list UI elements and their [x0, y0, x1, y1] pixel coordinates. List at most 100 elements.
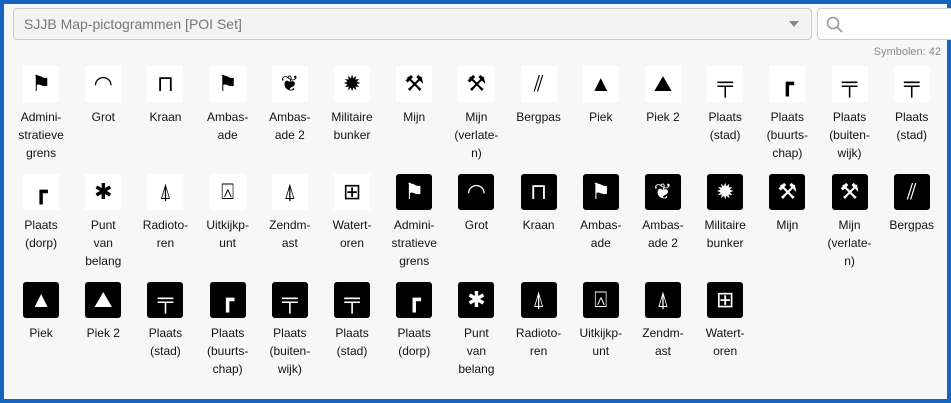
symbol-label: Ambas- ade [206, 110, 249, 142]
symbol-item-stad[interactable]: ╤ Plaats (stad) [694, 66, 756, 174]
symbol-label: Militaire bunker [331, 110, 373, 142]
uitkijk-icon: ⍓ [582, 282, 619, 318]
symbol-item-mijn_verlaten[interactable]: ⚒ Mijn (verlate- n) [818, 174, 880, 282]
symbol-label: Plaats (buiten- wijk) [829, 110, 870, 160]
mijn-verlaten-icon: ⚒ [458, 66, 495, 102]
symbol-label: Plaats (stad) [335, 326, 369, 358]
symbol-item-kraan[interactable]: ⊓ Kraan [134, 66, 196, 174]
symbol-label: Radioto- ren [142, 218, 189, 250]
symbol-item-punt[interactable]: ✱ Punt van belang [445, 282, 507, 390]
dorp-icon: ┏ [23, 174, 60, 210]
symbol-item-ambassade[interactable]: ⚑ Ambas- ade [570, 174, 632, 282]
symbol-item-mijn_verlaten[interactable]: ⚒ Mijn (verlate- n) [445, 66, 507, 174]
symbol-item-uitkijk[interactable]: ⍓ Uitkijkp- unt [570, 282, 632, 390]
symbol-label: Plaats (dorp) [397, 326, 431, 358]
watertoren-icon: ⊞ [707, 282, 744, 318]
symbol-label: Kraan [149, 110, 182, 124]
search-input[interactable] [817, 8, 951, 40]
symbol-label: Watert- oren [332, 218, 372, 250]
symbol-item-bergpas[interactable]: ⫽ Bergpas [881, 174, 943, 282]
symbol-item-ambassade2[interactable]: ❦ Ambas- ade 2 [632, 174, 694, 282]
symbol-label: Uitkijkp- unt [579, 326, 623, 358]
symbol-item-admin[interactable]: ⚑ Admini- stratieve grens [383, 174, 445, 282]
punt-icon: ✱ [85, 174, 122, 210]
symbol-item-bergpas[interactable]: ⫽ Bergpas [508, 66, 570, 174]
piek-icon: ▲ [582, 66, 619, 102]
watertoren-icon: ⊞ [334, 174, 371, 210]
symbol-label: Militaire bunker [704, 218, 746, 250]
symbol-item-radio[interactable]: ⍋ Radioto- ren [134, 174, 196, 282]
symbol-item-piek[interactable]: ▲ Piek [570, 66, 632, 174]
mijn-verlaten-icon: ⚒ [831, 174, 868, 210]
bergpas-icon: ⫽ [893, 174, 930, 210]
symbol-item-buitenwijk[interactable]: ╤ Plaats (buiten- wijk) [259, 282, 321, 390]
stad-icon: ╤ [893, 66, 930, 102]
symbol-item-stad[interactable]: ╤ Plaats (stad) [321, 282, 383, 390]
kraan-icon: ⊓ [147, 66, 184, 102]
symbol-label: Plaats (buiten- wijk) [269, 326, 311, 376]
radio-icon: ⍋ [147, 174, 184, 210]
symbol-label: Piek [589, 110, 613, 124]
symbol-label: Plaats (dorp) [24, 218, 58, 250]
symbol-item-zendmast[interactable]: ⍋ Zendm- ast [632, 282, 694, 390]
symbol-item-buurtschap[interactable]: ┏ Plaats (buurts- chap) [197, 282, 259, 390]
symbol-item-bunker[interactable]: ✹ Militaire bunker [321, 66, 383, 174]
symbol-item-admin[interactable]: ⚑ Admini- stratieve grens [10, 66, 72, 174]
symbol-item-zendmast[interactable]: ⍋ Zendm- ast [259, 174, 321, 282]
symbol-grid: ⚑ Admini- stratieve grens ◠ Grot ⊓ Kraan ⚑ Amba… [10, 66, 950, 390]
symbol-item-radio[interactable]: ⍋ Radioto- ren [508, 282, 570, 390]
symbol-item-dorp[interactable]: ┏ Plaats (dorp) [10, 174, 72, 282]
symbol-item-uitkijk[interactable]: ⍓ Uitkijkp- unt [197, 174, 259, 282]
symbol-label: Plaats (buurts- chap) [766, 110, 809, 160]
ambassade2-icon: ❦ [644, 174, 681, 210]
symbol-label: Plaats (stad) [708, 110, 742, 142]
symbol-item-mijn[interactable]: ⚒ Mijn [383, 66, 445, 174]
symbol-item-piek2[interactable]: ⛰ Piek 2 [632, 66, 694, 174]
symbol-label: Mijn [776, 218, 799, 232]
symbol-item-mijn[interactable]: ⚒ Mijn [756, 174, 818, 282]
symbol-label: Mijn [403, 110, 426, 124]
piek2-icon: ⛰ [644, 66, 681, 102]
symbol-item-watertoren[interactable]: ⊞ Watert- oren [694, 282, 756, 390]
symbol-label: Kraan [522, 218, 555, 232]
symbol-item-kraan[interactable]: ⊓ Kraan [508, 174, 570, 282]
admin-icon: ⚑ [23, 66, 60, 102]
symbol-item-dorp[interactable]: ┏ Plaats (dorp) [383, 282, 445, 390]
grot-icon: ◠ [458, 174, 495, 210]
buitenwijk-icon: ╤ [271, 282, 308, 318]
symbol-item-punt[interactable]: ✱ Punt van belang [72, 174, 134, 282]
symbol-label: Plaats (stad) [895, 110, 929, 142]
symbol-item-grot[interactable]: ◠ Grot [72, 66, 134, 174]
symbol-label: Mijn (verlate- n) [454, 110, 499, 160]
mijn-icon: ⚒ [396, 66, 433, 102]
symbol-item-stad[interactable]: ╤ Plaats (stad) [881, 66, 943, 174]
symbol-set-dropdown[interactable]: SJJB Map-pictogrammen [POI Set] [13, 8, 812, 40]
symbol-item-watertoren[interactable]: ⊞ Watert- oren [321, 174, 383, 282]
chevron-down-icon[interactable] [789, 21, 799, 27]
symbol-item-buurtschap[interactable]: ┏ Plaats (buurts- chap) [756, 66, 818, 174]
ambassade-icon: ⚑ [582, 174, 619, 210]
symbol-item-piek2[interactable]: ⛰ Piek 2 [72, 282, 134, 390]
symbol-label: Plaats (buurts- chap) [206, 326, 249, 376]
symbol-label: Piek [29, 326, 53, 340]
symbol-item-piek[interactable]: ▲ Piek [10, 282, 72, 390]
symbol-set-value: SJJB Map-pictogrammen [POI Set] [24, 16, 242, 32]
symbol-item-ambassade[interactable]: ⚑ Ambas- ade [197, 66, 259, 174]
symbol-item-grot[interactable]: ◠ Grot [445, 174, 507, 282]
admin-icon: ⚑ [396, 174, 433, 210]
kraan-icon: ⊓ [520, 174, 557, 210]
symbol-item-ambassade2[interactable]: ❦ Ambas- ade 2 [259, 66, 321, 174]
symbol-label: Bergpas [889, 218, 935, 232]
stad-icon: ╤ [707, 66, 744, 102]
stad-icon: ╤ [147, 282, 184, 318]
symbol-item-buitenwijk[interactable]: ╤ Plaats (buiten- wijk) [818, 66, 880, 174]
dorp-icon: ┏ [396, 282, 433, 318]
symbol-item-stad[interactable]: ╤ Plaats (stad) [134, 282, 196, 390]
symbol-label: Grot [91, 110, 115, 124]
buurtschap-icon: ┏ [769, 66, 806, 102]
symbol-label: Grot [464, 218, 489, 232]
symbol-label: Admini- stratieve grens [18, 110, 64, 160]
mijn-icon: ⚒ [769, 174, 806, 210]
symbol-label: Ambas- ade [580, 218, 622, 250]
symbol-item-bunker[interactable]: ✹ Militaire bunker [694, 174, 756, 282]
